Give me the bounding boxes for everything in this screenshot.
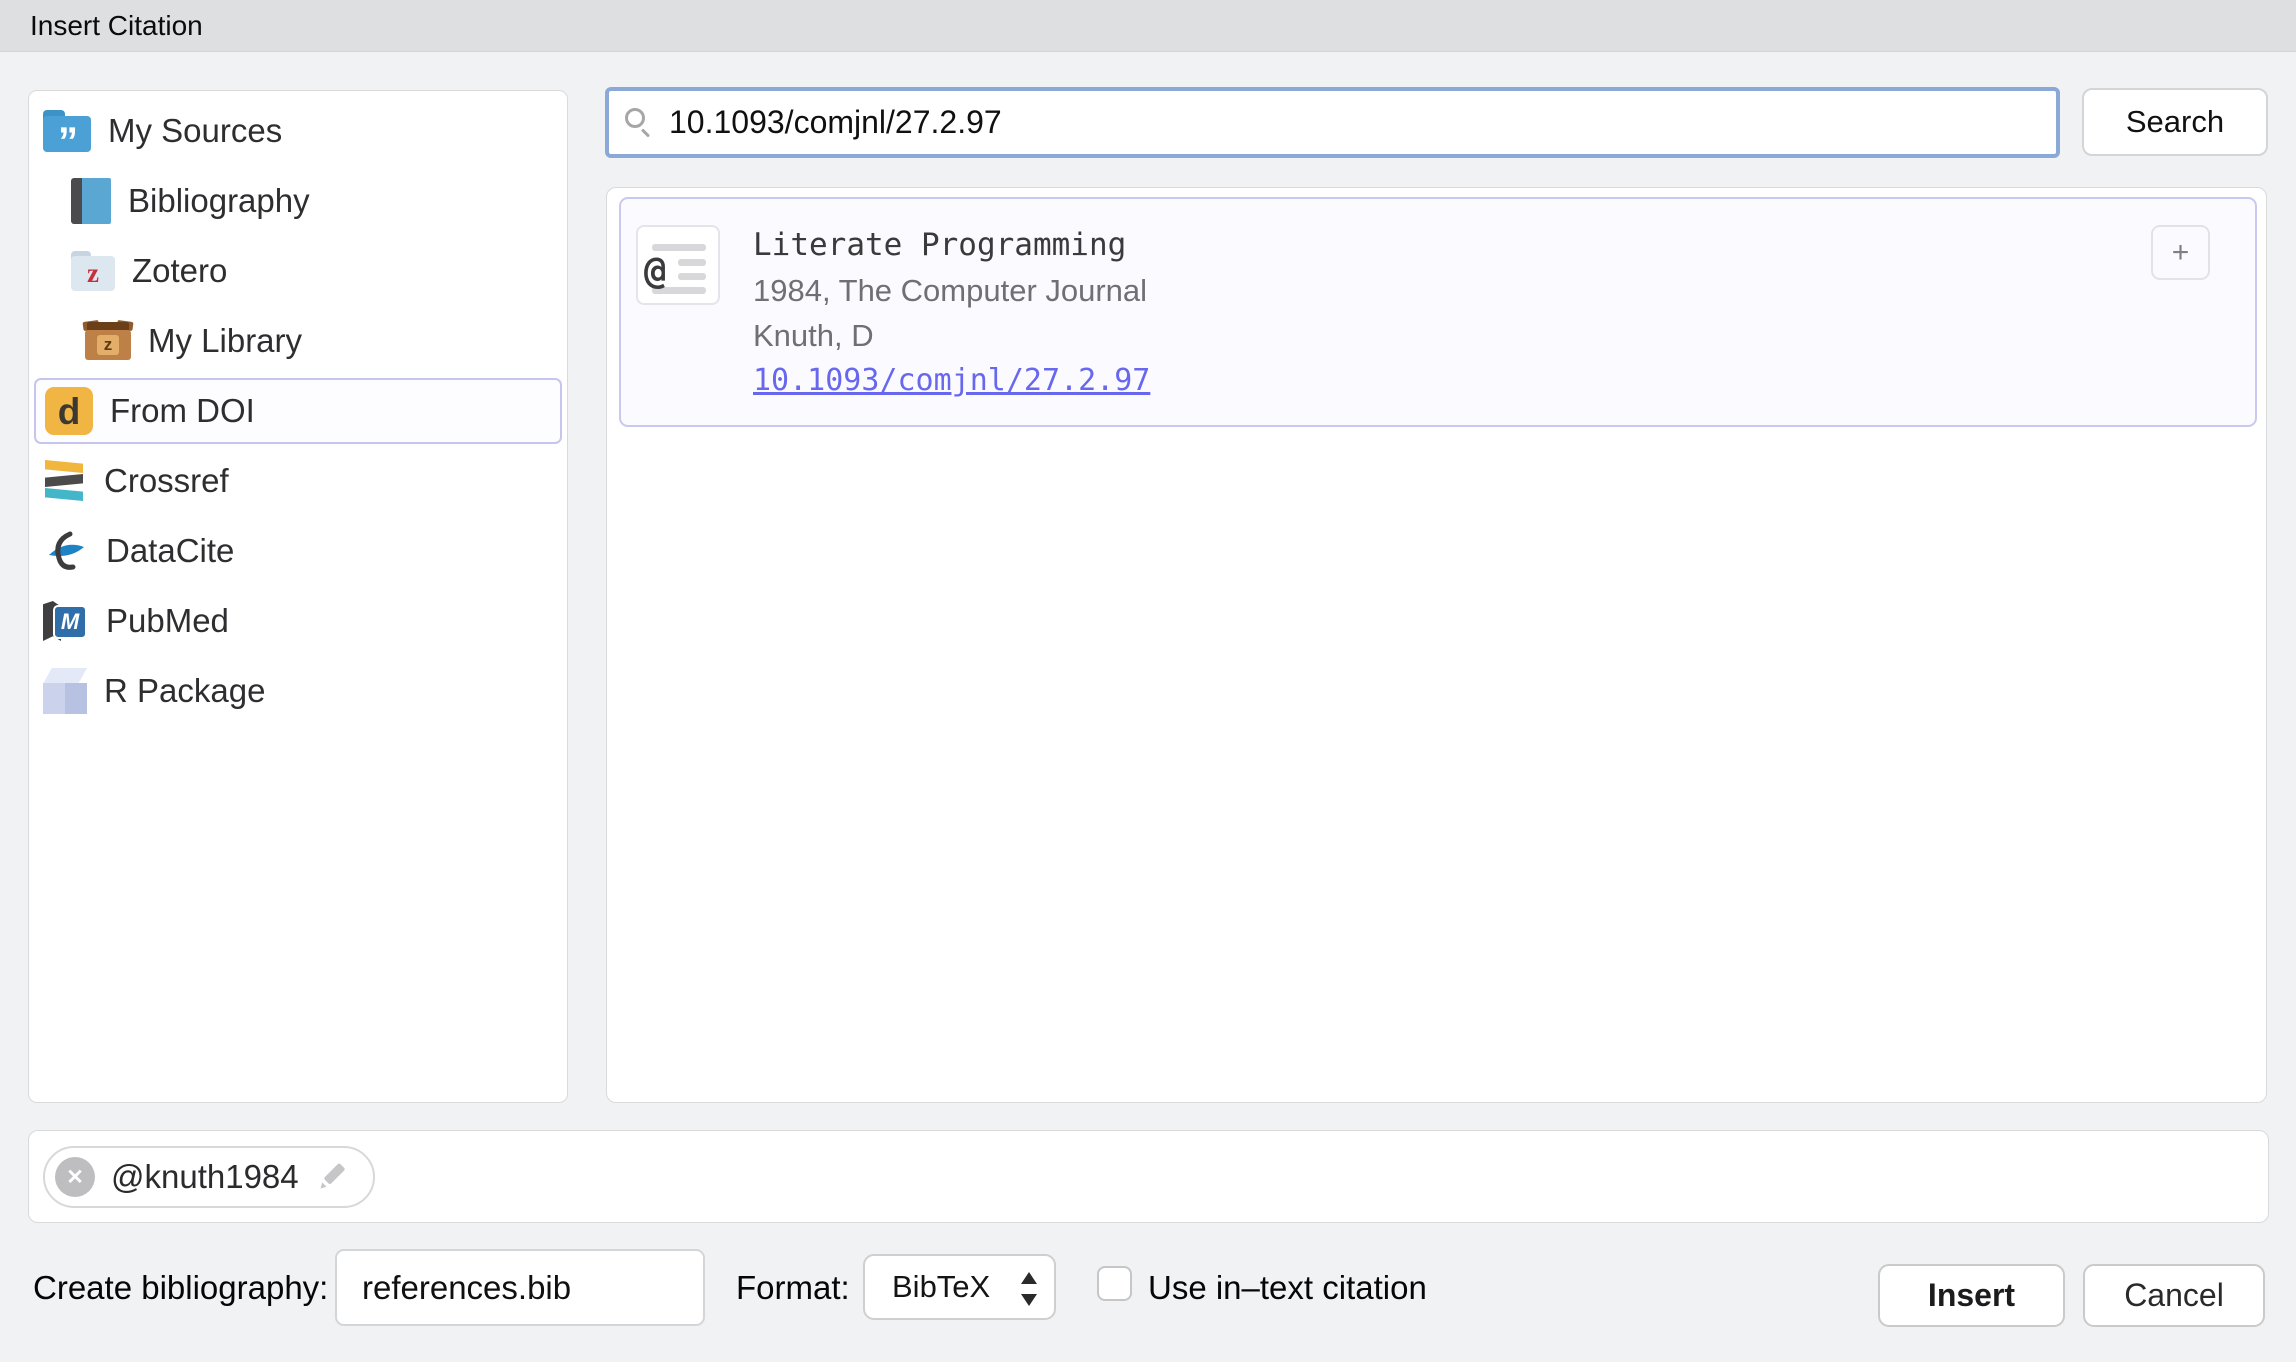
pubmed-icon: M xyxy=(43,599,89,643)
sidebar-item-zotero[interactable]: z Zotero xyxy=(29,236,567,306)
sidebar-item-r-package[interactable]: R Package xyxy=(29,656,567,726)
sidebar-item-my-sources[interactable]: ” My Sources xyxy=(29,96,567,166)
zotero-icon: z xyxy=(71,251,115,291)
sidebar-item-label: Zotero xyxy=(132,252,227,290)
datacite-icon xyxy=(43,528,89,574)
dialog-title: Insert Citation xyxy=(0,10,203,42)
insert-button[interactable]: Insert xyxy=(1878,1264,2065,1327)
sidebar-item-label: PubMed xyxy=(106,602,229,640)
r-package-icon xyxy=(43,668,87,714)
use-intext-citation-label[interactable]: Use in–text citation xyxy=(1148,1267,1427,1309)
sidebar-item-datacite[interactable]: DataCite xyxy=(29,516,567,586)
citation-entry-icon: @ xyxy=(636,225,720,305)
sidebar-item-pubmed[interactable]: M PubMed xyxy=(29,586,567,656)
citation-doi-link[interactable]: 10.1093/comjnl/27.2.97 xyxy=(753,358,1150,403)
citation-tag-id: @knuth1984 xyxy=(111,1158,299,1196)
my-library-icon: z xyxy=(85,322,131,360)
sidebar-item-label: Crossref xyxy=(104,462,229,500)
insert-citation-dialog: Insert Citation ” My Sources Bibliograph… xyxy=(0,0,2296,1362)
sidebar-item-crossref[interactable]: Crossref xyxy=(29,446,567,516)
sidebar-item-bibliography[interactable]: Bibliography xyxy=(29,166,567,236)
cancel-button[interactable]: Cancel xyxy=(2083,1264,2265,1327)
selected-citations-bar: ✕ @knuth1984 xyxy=(28,1130,2269,1223)
citation-byline: 1984, The Computer Journal xyxy=(753,268,1150,313)
sidebar-item-label: My Library xyxy=(148,322,302,360)
citation-details: Literate Programming 1984, The Computer … xyxy=(753,223,1150,403)
add-citation-button[interactable]: + xyxy=(2151,225,2210,280)
format-label: Format: xyxy=(736,1267,850,1309)
from-doi-icon: d xyxy=(45,387,93,435)
select-arrows-icon xyxy=(1021,1270,1037,1308)
results-panel: @ Literate Programming 1984, The Compute… xyxy=(606,187,2267,1103)
citation-title: Literate Programming xyxy=(753,223,1150,268)
format-select-value: BibTeX xyxy=(892,1269,990,1305)
search-input[interactable] xyxy=(669,104,2056,141)
search-button[interactable]: Search xyxy=(2082,88,2268,156)
citation-author: Knuth, D xyxy=(753,313,1150,358)
remove-citation-icon[interactable]: ✕ xyxy=(55,1157,95,1197)
bibliography-file-input[interactable] xyxy=(335,1249,705,1326)
search-icon xyxy=(625,108,655,138)
doi-search-field xyxy=(605,87,2060,158)
use-intext-citation-checkbox[interactable] xyxy=(1097,1266,1132,1301)
sidebar-item-my-library[interactable]: z My Library xyxy=(29,306,567,376)
edit-citation-icon[interactable] xyxy=(315,1160,349,1194)
sidebar-item-label: From DOI xyxy=(110,392,255,430)
sidebar-item-label: DataCite xyxy=(106,532,234,570)
bibliography-icon xyxy=(71,178,111,224)
sidebar-item-label: Bibliography xyxy=(128,182,310,220)
dialog-titlebar: Insert Citation xyxy=(0,0,2296,52)
sidebar-item-from-doi[interactable]: d From DOI xyxy=(34,378,562,444)
citation-result-card[interactable]: @ Literate Programming 1984, The Compute… xyxy=(619,197,2257,427)
sources-sidebar: ” My Sources Bibliography z Zotero z My … xyxy=(28,90,568,1103)
sidebar-item-label: My Sources xyxy=(108,112,282,150)
sidebar-item-label: R Package xyxy=(104,672,265,710)
citation-tag[interactable]: ✕ @knuth1984 xyxy=(43,1146,375,1208)
create-bibliography-label: Create bibliography: xyxy=(33,1267,328,1309)
format-select[interactable]: BibTeX xyxy=(863,1254,1056,1320)
my-sources-icon: ” xyxy=(43,110,91,152)
crossref-icon xyxy=(43,458,87,504)
